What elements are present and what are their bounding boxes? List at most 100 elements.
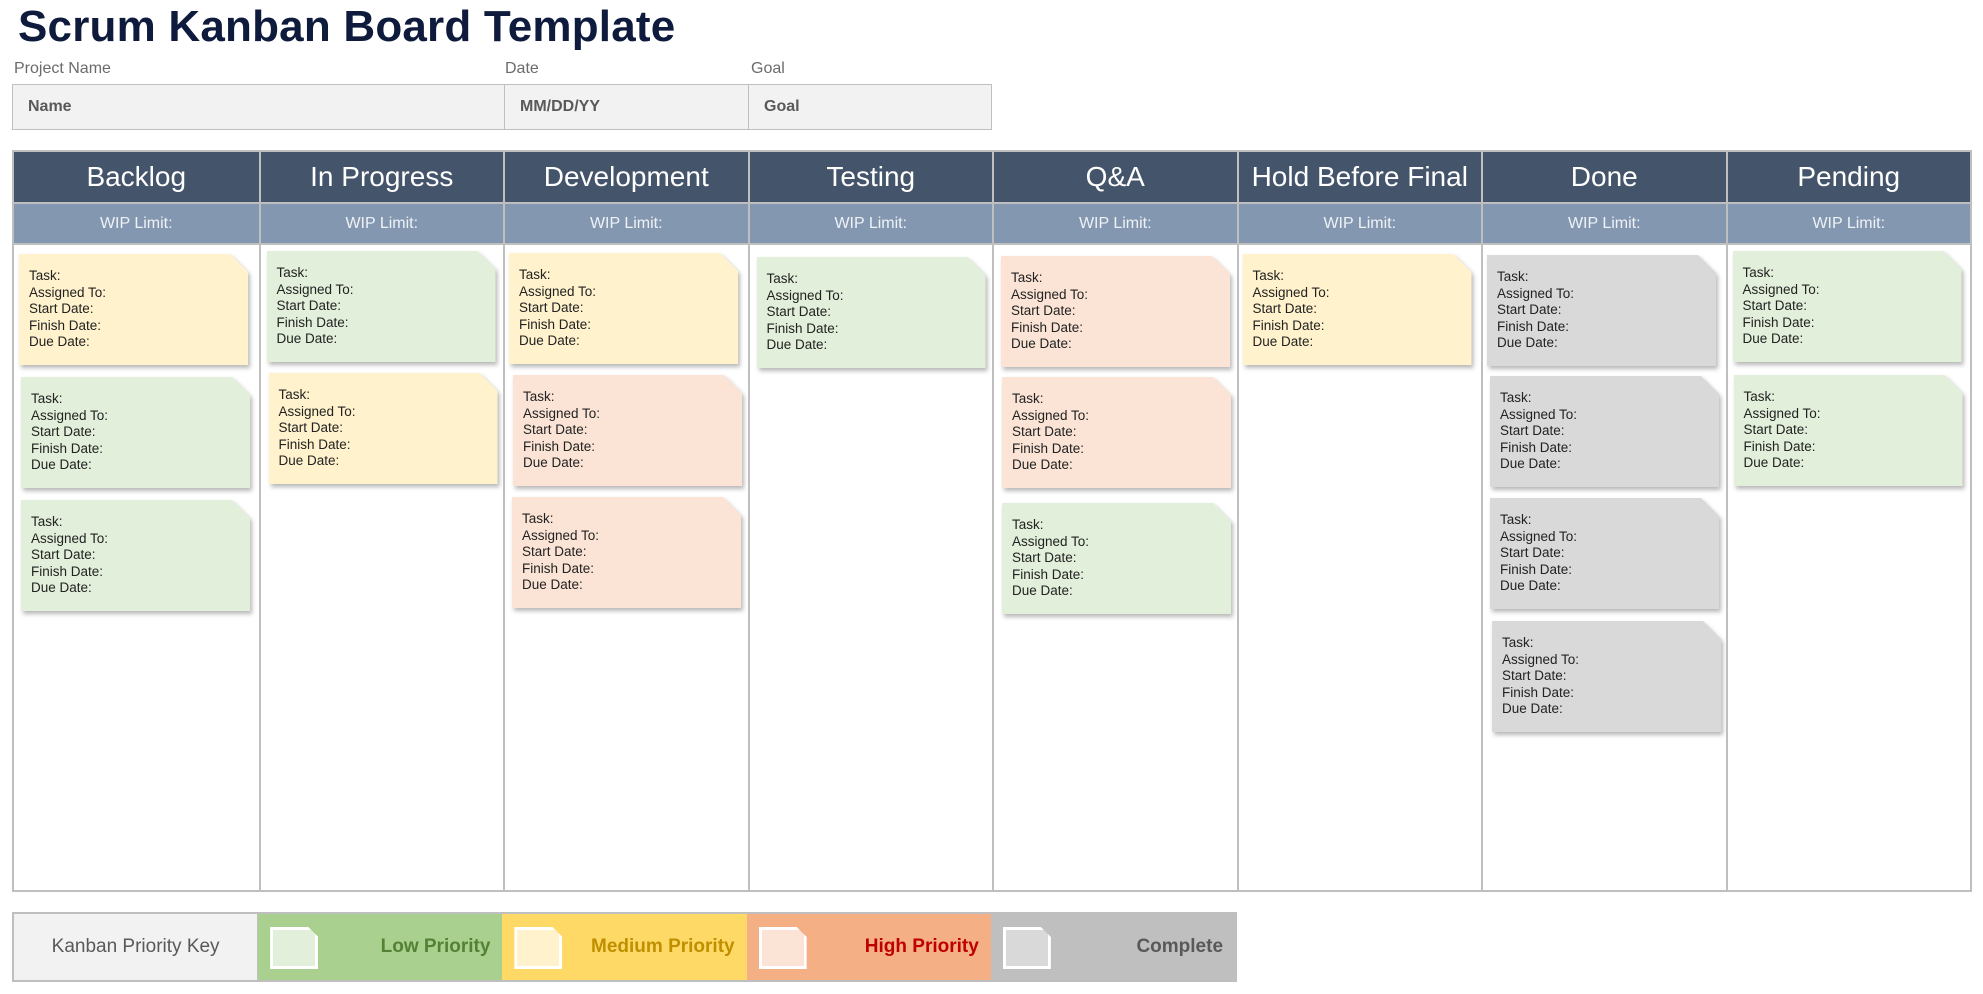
date-label: Date <box>505 60 539 77</box>
task-card[interactable]: Task: Assigned To: Start Date: Finish Date:… <box>1492 621 1721 732</box>
column-body: Task: Assigned To: Start Date: Finish Date:… <box>505 245 748 890</box>
card-field-label: Start Date: <box>1743 422 1809 437</box>
task-card[interactable]: Task: Assigned To: Start Date: Finish Date:… <box>1490 498 1719 609</box>
legend-key-label: Kanban Priority Key <box>14 914 259 980</box>
column-body: Task: Assigned To: Start Date: Finish Date:… <box>994 245 1237 890</box>
column-header: Q&A <box>994 152 1237 204</box>
wip-limit[interactable]: WIP Limit: <box>749 204 992 245</box>
project-info-fields: Name MM/DD/YY Goal <box>12 84 992 130</box>
card-field-label: Due Date: <box>31 580 92 595</box>
low-priority-card: Task: Assigned To: Start Date: Finish Date:… <box>267 251 496 362</box>
card-field-label: Task: <box>1500 390 1532 405</box>
card-field-label: Start Date: <box>1012 424 1077 439</box>
page-title: Scrum Kanban Board Template <box>18 2 676 51</box>
card-field-label: Start Date: <box>1012 550 1077 565</box>
legend-label: Low Priority <box>380 936 491 957</box>
card-field-label: Start Date: <box>1502 668 1567 683</box>
card-field-label: Assigned To: <box>276 281 354 297</box>
wip-limit[interactable]: WIP Limit: <box>1238 204 1481 245</box>
legend-high-priority: High Priority <box>746 914 991 980</box>
card-field-label: Start Date: <box>276 298 342 313</box>
wip-limit[interactable]: WIP Limit: <box>505 204 748 245</box>
card-field-label: Assigned To: <box>1742 281 1820 297</box>
card-field-label: Task: <box>1252 268 1285 283</box>
column-body: Task: Assigned To: Start Date: Finish Date:… <box>750 245 993 890</box>
task-card[interactable]: Task: Assigned To: Start Date: Finish Date:… <box>1002 503 1231 614</box>
card-field-label: Start Date: <box>766 304 832 319</box>
card-field-label: Assigned To: <box>278 403 356 419</box>
goal-field[interactable]: Goal <box>748 85 991 129</box>
card-field-label: Due Date: <box>1497 335 1558 350</box>
card-field-label: Due Date: <box>1500 578 1561 593</box>
card-field-label: Task: <box>523 389 555 404</box>
column-body: Task: Assigned To: Start Date: Finish Date:… <box>1239 245 1482 890</box>
task-card[interactable]: Task: Assigned To: Start Date: Finish Date:… <box>509 253 738 364</box>
card-field-label: Start Date: <box>1497 302 1562 317</box>
card-field-label: Task: <box>29 268 61 283</box>
task-card[interactable]: Task: Assigned To: Start Date: Finish Date:… <box>1487 255 1716 366</box>
card-field-label: Finish Date: <box>1500 439 1573 455</box>
card-field-label: Assigned To: <box>523 405 601 421</box>
goal-label: Goal <box>751 60 785 77</box>
low-priority-card: Task: Assigned To: Start Date: Finish Date:… <box>21 500 250 611</box>
medium-priority-swatch-icon <box>514 927 562 969</box>
card-field-label: Due Date: <box>31 457 92 472</box>
card-field-label: Due Date: <box>1502 701 1563 716</box>
task-card[interactable]: Task: Assigned To: Start Date: Finish Date:… <box>513 375 742 486</box>
task-card[interactable]: Task: Assigned To: Start Date: Finish Date:… <box>267 251 496 362</box>
column-done: Done WIP Limit: Task: Assigned To: Start Dat… <box>1481 152 1726 890</box>
card-field-label: Assigned To: <box>1011 286 1089 302</box>
high-priority-card: Task: Assigned To: Start Date: Finish Date:… <box>1001 256 1230 367</box>
card-field-label: Assigned To: <box>1252 284 1330 300</box>
card-field-label: Start Date: <box>1252 301 1318 316</box>
card-field-label: Due Date: <box>1742 331 1804 346</box>
card-field-label: Finish Date: <box>1012 566 1085 582</box>
column-header: Pending <box>1727 152 1970 204</box>
wip-limit[interactable]: WIP Limit: <box>14 204 259 245</box>
high-priority-swatch-icon <box>759 927 807 969</box>
card-field-label: Assigned To: <box>522 527 600 543</box>
wip-limit[interactable]: WIP Limit: <box>1483 204 1726 245</box>
priority-legend: Kanban Priority Key Low Priority Medium … <box>12 912 1237 982</box>
card-field-label: Task: <box>31 514 63 529</box>
card-field-label: Finish Date: <box>1012 440 1085 456</box>
task-card[interactable]: Task: Assigned To: Start Date: Finish Date:… <box>21 500 250 611</box>
card-field-label: Task: <box>1500 512 1532 527</box>
kanban-board: Backlog WIP Limit: Task: Assigned To: Start … <box>12 150 1972 892</box>
legend-label: Complete <box>1136 936 1224 957</box>
complete-priority-card: Task: Assigned To: Start Date: Finish Date:… <box>1490 498 1719 609</box>
wip-limit[interactable]: WIP Limit: <box>994 204 1237 245</box>
task-card[interactable]: Task: Assigned To: Start Date: Finish Date:… <box>757 257 986 368</box>
card-field-label: Start Date: <box>522 544 587 559</box>
column-development: Development WIP Limit: Task: Assigned To: St… <box>503 152 748 890</box>
task-card[interactable]: Task: Assigned To: Start Date: Finish Date:… <box>269 373 498 484</box>
column-header: Hold Before Final <box>1238 152 1481 204</box>
task-card[interactable]: Task: Assigned To: Start Date: Finish Date:… <box>1490 376 1719 487</box>
date-field[interactable]: MM/DD/YY <box>504 85 748 129</box>
card-field-label: Task: <box>1743 389 1776 404</box>
card-field-label: Due Date: <box>522 577 583 592</box>
task-card[interactable]: Task: Assigned To: Start Date: Finish Date:… <box>1002 377 1231 488</box>
card-field-label: Finish Date: <box>1743 438 1816 454</box>
card-field-label: Due Date: <box>1743 455 1805 470</box>
legend-low-priority: Low Priority <box>258 914 503 980</box>
card-field-label: Finish Date: <box>29 317 102 333</box>
card-field-label: Task: <box>1497 269 1529 284</box>
task-card[interactable]: Task: Assigned To: Start Date: Finish Date:… <box>1734 375 1963 486</box>
card-field-label: Assigned To: <box>519 283 597 299</box>
task-card[interactable]: Task: Assigned To: Start Date: Finish Date:… <box>512 497 741 608</box>
wip-limit[interactable]: WIP Limit: <box>1727 204 1970 245</box>
project-name-field[interactable]: Name <box>13 85 504 129</box>
project-name-label: Project Name <box>14 60 111 77</box>
wip-limit[interactable]: WIP Limit: <box>260 204 503 245</box>
task-card[interactable]: Task: Assigned To: Start Date: Finish Date:… <box>21 377 250 488</box>
task-card[interactable]: Task: Assigned To: Start Date: Finish Date:… <box>1001 256 1230 367</box>
task-card[interactable]: Task: Assigned To: Start Date: Finish Date:… <box>19 254 248 365</box>
legend-complete: Complete <box>990 914 1236 980</box>
card-field-label: Finish Date: <box>522 560 595 576</box>
task-card[interactable]: Task: Assigned To: Start Date: Finish Date:… <box>1733 251 1962 362</box>
task-card[interactable]: Task: Assigned To: Start Date: Finish Date:… <box>1243 254 1472 365</box>
card-field-label: Assigned To: <box>1743 405 1821 421</box>
high-priority-card: Task: Assigned To: Start Date: Finish Date:… <box>513 375 742 486</box>
card-field-label: Due Date: <box>29 334 90 349</box>
